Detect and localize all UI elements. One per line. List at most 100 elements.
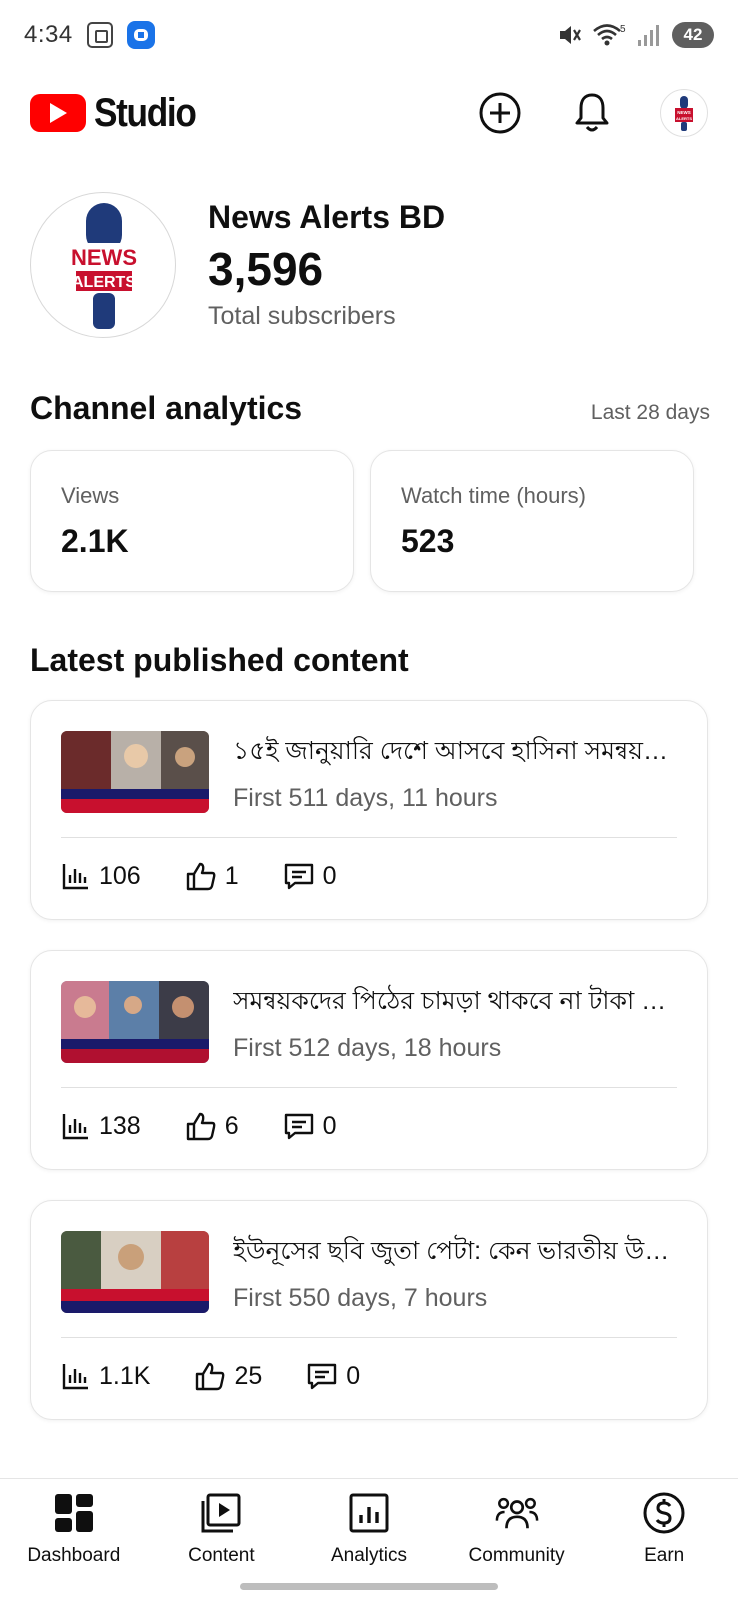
watch-time-card[interactable]: Watch time (hours) 523 [370, 450, 694, 592]
card-text: ১৫ই জানুয়ারি দেশে আসবে হাসিনা সমন্বয়কদ… [233, 731, 677, 813]
card-metrics: 106 1 0 [61, 861, 381, 891]
create-button[interactable] [476, 89, 524, 137]
comments-metric: 0 [283, 861, 337, 891]
content-card[interactable]: ১৫ই জানুয়ারি দেশে আসবে হাসিনা সমন্বয়কদ… [30, 700, 708, 920]
analytics-period: Last 28 days [590, 401, 710, 424]
nav-label: Earn [644, 1545, 685, 1566]
signal-icon [638, 25, 659, 46]
content-card[interactable]: ইউনূসের ছবি জুতা পেটা: কেন ভারতীয় উগ্রব… [30, 1200, 708, 1420]
stat-value: 2.1K [61, 523, 129, 559]
card-metrics: 1.1K 25 0 [61, 1361, 404, 1391]
comments-count: 0 [322, 1111, 337, 1140]
bar-chart-icon [62, 864, 88, 890]
nav-dashboard[interactable]: Dashboard [4, 1491, 144, 1600]
views-count: 106 [99, 861, 141, 890]
screenshot-icon [86, 22, 113, 48]
divider [61, 1337, 677, 1338]
card-header: সমন্বয়কদের পিঠের চামড়া থাকবে না টাকা প… [61, 981, 677, 1063]
svg-text:ALERTS: ALERTS [72, 274, 136, 291]
views-metric: 138 [61, 1111, 141, 1141]
video-title: সমন্বয়কদের পিঠের চামড়া থাকবে না টাকা প… [233, 987, 677, 1015]
stat-label: Views [61, 483, 120, 508]
thumbs-up-icon [186, 862, 216, 891]
bar-chart-icon [62, 1364, 88, 1390]
status-left: 4:34 [24, 21, 155, 49]
youtube-logo-icon [30, 94, 86, 132]
likes-count: 6 [224, 1111, 239, 1140]
video-thumbnail [61, 1231, 209, 1313]
comment-icon [284, 1113, 313, 1140]
comment-icon [284, 863, 313, 890]
stat-label: Watch time (hours) [401, 483, 587, 508]
latest-header: Latest published content [30, 642, 710, 679]
thumbs-up-icon [196, 1362, 225, 1391]
video-title: ১৫ই জানুয়ারি দেশে আসবে হাসিনা সমন্বয়কদ… [233, 737, 677, 765]
video-age: First 511 days, 11 hours [233, 784, 498, 812]
views-count: 1.1K [99, 1361, 151, 1390]
card-header: ইউনূসের ছবি জুতা পেটা: কেন ভারতীয় উগ্রব… [61, 1231, 677, 1313]
views-metric: 1.1K [61, 1361, 150, 1391]
channel-summary[interactable]: NEWS ALERTS News Alerts BD 3,596 Total s… [30, 192, 710, 338]
comments-count: 0 [346, 1361, 361, 1390]
header-actions: NEWS ALERTS [476, 89, 708, 137]
latest-title: Latest published content [30, 642, 409, 678]
studio-logo[interactable]: Studio [30, 91, 209, 136]
likes-count: 1 [224, 861, 239, 890]
wifi-icon: 5 [593, 24, 626, 46]
card-header: ১৫ই জানুয়ারি দেশে আসবে হাসিনা সমন্বয়কদ… [61, 731, 677, 813]
notifications-button[interactable] [568, 89, 616, 137]
channel-meta: News Alerts BD 3,596 Total subscribers [208, 199, 445, 331]
comments-count: 0 [322, 861, 337, 890]
mute-icon [560, 26, 581, 44]
channel-logo-icon: NEWS ALERTS [675, 96, 693, 131]
analytics-icon [349, 1493, 389, 1533]
comment-icon [308, 1363, 337, 1390]
earn-icon [643, 1492, 685, 1534]
notifications-bell-icon [575, 93, 609, 132]
account-avatar[interactable]: NEWS ALERTS [660, 89, 708, 137]
analytics-header: Channel analytics Last 28 days [30, 390, 710, 427]
video-age: First 550 days, 7 hours [233, 1284, 488, 1312]
nav-label: Content [188, 1545, 255, 1566]
thumbs-up-icon [186, 1112, 216, 1141]
home-indicator[interactable] [240, 1583, 498, 1590]
channel-name: News Alerts BD [208, 199, 446, 235]
views-metric: 106 [61, 861, 141, 891]
app-notification-icon [126, 21, 155, 49]
comments-metric: 0 [306, 1361, 360, 1391]
channel-avatar: NEWS ALERTS [30, 192, 176, 338]
card-metrics: 138 6 0 [61, 1111, 381, 1141]
nav-label: Dashboard [27, 1545, 121, 1566]
card-text: ইউনূসের ছবি জুতা পেটা: কেন ভারতীয় উগ্রব… [233, 1231, 677, 1313]
app-header: Studio NEWS ALERTS [0, 78, 738, 148]
content-card[interactable]: সমন্বয়কদের পিঠের চামড়া থাকবে না টাকা প… [30, 950, 708, 1170]
divider [61, 837, 677, 838]
channel-logo-icon: NEWS ALERTS [71, 203, 137, 329]
community-icon [495, 1497, 538, 1529]
content-icon [201, 1493, 241, 1533]
stat-value: 523 [401, 523, 455, 559]
create-icon [479, 92, 521, 134]
svg-text:NEWS: NEWS [677, 110, 691, 115]
views-count: 138 [99, 1111, 141, 1140]
status-bar: 4:34 5 42 [0, 0, 738, 70]
comments-metric: 0 [283, 1111, 337, 1141]
video-thumbnail [61, 731, 209, 813]
battery-indicator: 42 [672, 22, 714, 48]
subscriber-label: Total subscribers [208, 302, 396, 330]
svg-text:5: 5 [620, 24, 626, 35]
nav-earn[interactable]: Earn [594, 1491, 734, 1600]
likes-count: 25 [234, 1361, 263, 1390]
card-text: সমন্বয়কদের পিঠের চামড়া থাকবে না টাকা প… [233, 981, 677, 1063]
svg-text:NEWS: NEWS [71, 245, 137, 270]
likes-metric: 6 [185, 1111, 239, 1141]
status-right: 5 42 [556, 22, 714, 48]
app-name: Studio [94, 90, 197, 135]
views-card[interactable]: Views 2.1K [30, 450, 354, 592]
divider [61, 1087, 677, 1088]
subscriber-count: 3,596 [208, 243, 324, 295]
video-age: First 512 days, 18 hours [233, 1034, 502, 1062]
dashboard-icon [54, 1494, 93, 1532]
analytics-title: Channel analytics [30, 390, 303, 426]
likes-metric: 25 [194, 1361, 262, 1391]
